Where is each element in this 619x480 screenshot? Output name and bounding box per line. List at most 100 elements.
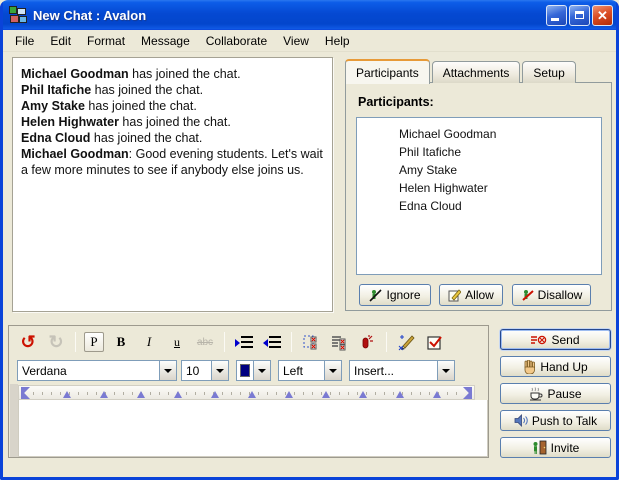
allow-icon: [448, 289, 461, 302]
disallow-label: Disallow: [538, 288, 583, 302]
ruler-tabstop-marker[interactable]: [63, 391, 71, 398]
insert-value: Insert...: [350, 364, 437, 378]
italic-button[interactable]: I: [138, 331, 160, 353]
ruler-tabstop-marker[interactable]: [137, 391, 145, 398]
menu-edit[interactable]: Edit: [42, 32, 79, 50]
hand-up-label: Hand Up: [540, 360, 587, 374]
participant-item[interactable]: Edna Cloud: [357, 197, 601, 215]
font-size-value: 10: [182, 364, 211, 378]
strikethrough-button[interactable]: abc: [194, 331, 216, 353]
disallow-button[interactable]: Disallow: [512, 284, 591, 306]
coffee-cup-icon: [529, 387, 543, 401]
underline-button[interactable]: u: [166, 331, 188, 353]
invite-button[interactable]: Invite: [500, 437, 611, 458]
outdent-button[interactable]: [261, 331, 283, 353]
tab-setup[interactable]: Setup: [522, 61, 575, 83]
participant-item[interactable]: Amy Stake: [357, 161, 601, 179]
ruler[interactable]: [18, 385, 475, 400]
app-icon: [8, 5, 28, 25]
add-annotation-button[interactable]: [395, 331, 417, 353]
ruler-tabstop-marker[interactable]: [211, 391, 219, 398]
dropdown-arrow-icon[interactable]: [253, 361, 270, 380]
participants-pane: Participants: Michael Goodman Phil Itafi…: [345, 82, 612, 311]
bold-button[interactable]: B: [110, 331, 132, 353]
send-button[interactable]: Send: [500, 329, 611, 350]
menu-format[interactable]: Format: [79, 32, 133, 50]
formatting-toolbar: ↺ ↻ P B I u abc: [17, 329, 445, 355]
menu-file[interactable]: File: [7, 32, 42, 50]
chat-message: Helen Highwater has joined the chat.: [21, 114, 324, 130]
minimize-icon: [551, 18, 559, 21]
chat-message: Michael Goodman: Good evening students. …: [21, 146, 324, 178]
alignment-value: Left: [279, 364, 324, 378]
ruler-tabstop-marker[interactable]: [100, 391, 108, 398]
toolbar-separator: [386, 332, 387, 352]
ruler-tabstop-marker[interactable]: [359, 391, 367, 398]
menu-collaborate[interactable]: Collaborate: [198, 32, 275, 50]
maximize-button[interactable]: [569, 5, 590, 26]
font-controls: Verdana 10 Left Insert...: [9, 359, 490, 382]
ruler-tabstop-marker[interactable]: [433, 391, 441, 398]
tab-participants[interactable]: Participants: [345, 59, 430, 84]
message-input[interactable]: [18, 400, 488, 457]
participant-item[interactable]: Helen Highwater: [357, 179, 601, 197]
pause-button[interactable]: Pause: [500, 383, 611, 404]
message-marker-icon: [359, 334, 375, 350]
ruler-tabstop-marker[interactable]: [396, 391, 404, 398]
dropdown-arrow-icon[interactable]: [324, 361, 341, 380]
ruler-tabstop-marker[interactable]: [248, 391, 256, 398]
participant-item[interactable]: Phil Itafiche: [357, 143, 601, 161]
ignore-button[interactable]: Ignore: [359, 284, 431, 306]
select-messages-button[interactable]: [300, 331, 322, 353]
compose-area: ↺ ↻ P B I u abc: [8, 325, 489, 458]
disallow-icon: [521, 289, 534, 302]
menu-bar: File Edit Format Message Collaborate Vie…: [3, 30, 616, 52]
toolbar-separator: [291, 332, 292, 352]
dropdown-arrow-icon[interactable]: [437, 361, 454, 380]
font-family-value: Verdana: [18, 364, 159, 378]
hand-up-button[interactable]: Hand Up: [500, 356, 611, 377]
menu-message[interactable]: Message: [133, 32, 198, 50]
dropdown-arrow-icon[interactable]: [211, 361, 228, 380]
font-family-select[interactable]: Verdana: [17, 360, 177, 381]
insert-select[interactable]: Insert...: [349, 360, 455, 381]
participant-item[interactable]: Michael Goodman: [357, 125, 601, 143]
redo-button[interactable]: ↻: [45, 331, 67, 353]
minimize-button[interactable]: [546, 5, 567, 26]
toolbar-separator: [75, 332, 76, 352]
font-size-select[interactable]: 10: [181, 360, 229, 381]
message-marker-button[interactable]: [356, 331, 378, 353]
menu-view[interactable]: View: [275, 32, 317, 50]
ruler-tabstop-marker[interactable]: [285, 391, 293, 398]
chat-message: Phil Itafiche has joined the chat.: [21, 82, 324, 98]
menu-help[interactable]: Help: [317, 32, 358, 50]
invite-label: Invite: [551, 441, 580, 455]
close-button[interactable]: ✕: [592, 5, 613, 26]
maximize-icon: [575, 11, 584, 19]
allow-button[interactable]: Allow: [439, 284, 503, 306]
message-list-button[interactable]: [328, 331, 350, 353]
confirm-button[interactable]: [423, 331, 445, 353]
outdent-icon: [263, 336, 281, 349]
chat-transcript[interactable]: Michael Goodman has joined the chat. Phi…: [12, 57, 333, 312]
ruler-right-margin-marker[interactable]: [463, 387, 472, 399]
undo-button[interactable]: ↺: [17, 331, 39, 353]
plain-text-button[interactable]: P: [84, 332, 104, 352]
tab-attachments[interactable]: Attachments: [432, 61, 521, 83]
pause-label: Pause: [547, 387, 581, 401]
speaker-icon: [514, 414, 528, 427]
participants-list[interactable]: Michael Goodman Phil Itafiche Amy Stake …: [356, 117, 602, 275]
send-label: Send: [551, 333, 579, 347]
indent-button[interactable]: [233, 331, 255, 353]
dropdown-arrow-icon[interactable]: [159, 361, 176, 380]
alignment-select[interactable]: Left: [278, 360, 342, 381]
title-bar[interactable]: New Chat : Avalon ✕: [0, 0, 619, 30]
push-to-talk-button[interactable]: Push to Talk: [500, 410, 611, 431]
ruler-tabstop-marker[interactable]: [322, 391, 330, 398]
ruler-tabstop-marker[interactable]: [174, 391, 182, 398]
font-color-select[interactable]: [236, 360, 271, 381]
ruler-left-margin-marker[interactable]: [21, 387, 30, 399]
ignore-icon: [369, 289, 382, 302]
hand-icon: [523, 360, 536, 374]
toolbar-separator: [224, 332, 225, 352]
